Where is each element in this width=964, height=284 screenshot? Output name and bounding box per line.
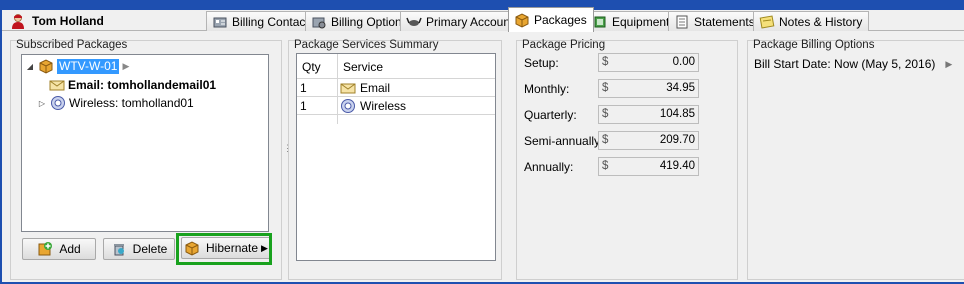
grid-header: Qty Service: [297, 54, 495, 79]
currency-symbol: $: [602, 160, 609, 172]
price-field: $ 34.95: [598, 79, 699, 98]
price-label: Quarterly:: [524, 108, 577, 122]
trash-icon: [113, 244, 124, 256]
table-row[interactable]: 1 Email: [297, 79, 495, 97]
price-field: $ 209.70: [598, 131, 699, 150]
tab-equipment[interactable]: Equipment: [586, 11, 677, 31]
primary-account-icon: [406, 17, 422, 26]
tab-bar: Tom Holland Billing Contact Billing Opti…: [2, 7, 964, 32]
price-label: Annually:: [524, 160, 574, 174]
expand-arrow-icon[interactable]: ▷: [37, 99, 47, 108]
service-name: Wireless: [360, 99, 407, 113]
panel-title: Package Pricing: [522, 39, 606, 51]
wireless-node-label: Wireless: tomholland01: [69, 96, 194, 110]
column-header-qty[interactable]: Qty: [302, 60, 321, 74]
customer-person-icon: [12, 14, 24, 29]
price-value: 209.70: [659, 134, 695, 146]
price-value: 0.00: [672, 56, 695, 68]
price-field: $ 104.85: [598, 105, 699, 124]
price-label: Setup:: [524, 56, 559, 70]
price-value: 419.40: [659, 160, 695, 172]
service-cell: Email: [340, 80, 390, 96]
currency-symbol: $: [602, 108, 609, 120]
equipment-icon: [594, 16, 606, 27]
statements-icon: [676, 15, 688, 28]
tab-label: Equipment: [612, 14, 670, 29]
price-label: Monthly:: [524, 82, 570, 96]
wireless-icon: [341, 99, 355, 113]
price-value: 34.95: [666, 82, 695, 94]
billing-options-panel: Package Billing Options: [747, 39, 964, 280]
customer-name: Tom Holland: [32, 14, 104, 28]
tab-billing-contact[interactable]: Billing Contact: [206, 11, 316, 31]
delete-button[interactable]: Delete: [103, 238, 175, 260]
play-arrow-icon[interactable]: ▶: [945, 59, 952, 70]
tab-label: Billing Options: [331, 14, 408, 29]
service-cell: Wireless: [340, 98, 406, 114]
add-button[interactable]: Add: [22, 238, 96, 260]
tree-node-email[interactable]: Email: tomhollandemail01: [49, 77, 216, 93]
price-row-semi-annually: Semi-annually: $ 209.70: [524, 131, 700, 151]
bill-start-date: Bill Start Date: Now (May 5, 2016): [754, 57, 936, 71]
currency-symbol: $: [602, 134, 609, 146]
panel-title: Subscribed Packages: [16, 39, 128, 51]
currency-symbol: $: [602, 82, 609, 94]
email-node-label: Email: tomhollandemail01: [68, 78, 217, 92]
tab-primary-account[interactable]: Primary Account: [400, 11, 521, 31]
qty-cell: 1: [300, 81, 307, 95]
tab-billing-options[interactable]: Billing Options: [305, 11, 415, 31]
wireless-icon: [51, 96, 65, 110]
package-box-icon: [39, 59, 53, 74]
add-button-label: Add: [59, 242, 81, 256]
tab-packages[interactable]: Packages: [508, 7, 594, 32]
tab-label: Primary Account: [426, 14, 514, 29]
customer-header: Tom Holland: [10, 13, 104, 29]
table-row[interactable]: 1 Wireless: [297, 97, 495, 115]
tab-label: Statements: [694, 14, 755, 29]
price-row-annually: Annually: $ 419.40: [524, 157, 700, 177]
add-icon: [38, 242, 53, 256]
price-label: Semi-annually:: [524, 134, 604, 148]
bill-start-date-row[interactable]: Bill Start Date: Now (May 5, 2016) ▶: [754, 57, 952, 71]
qty-cell: 1: [300, 99, 307, 113]
collapse-arrow-icon[interactable]: ◢: [25, 62, 35, 71]
packages-icon: [515, 13, 529, 28]
package-name: WTV-W-01: [57, 58, 120, 74]
column-header-service[interactable]: Service: [343, 60, 383, 74]
package-tree[interactable]: ◢ WTV-W-01 ▶ Email: tomhollandemail01 ▷ …: [21, 54, 269, 232]
email-icon: [340, 83, 356, 94]
price-row-setup: Setup: $ 0.00: [524, 53, 700, 73]
email-icon: [49, 80, 65, 91]
price-row-quarterly: Quarterly: $ 104.85: [524, 105, 700, 125]
price-row-monthly: Monthly: $ 34.95: [524, 79, 700, 99]
currency-symbol: $: [602, 56, 609, 68]
delete-button-label: Delete: [132, 242, 168, 256]
panel-title: Package Services Summary: [294, 39, 439, 51]
services-grid[interactable]: Qty Service 1 Email 1 Wireless: [296, 53, 496, 261]
service-name: Email: [360, 81, 391, 95]
tab-notes-history[interactable]: Notes & History: [753, 11, 870, 31]
billing-options-icon: [312, 17, 326, 28]
tab-statements[interactable]: Statements: [668, 11, 762, 31]
notes-icon: [759, 14, 775, 29]
price-field: $ 0.00: [598, 53, 699, 72]
price-value: 104.85: [659, 108, 695, 120]
tab-label: Notes & History: [779, 14, 863, 29]
customer-window: Tom Holland Billing Contact Billing Opti…: [2, 7, 964, 282]
highlight-box: [176, 233, 272, 265]
tab-label: Billing Contact: [232, 14, 309, 29]
billing-contact-icon: [213, 17, 227, 27]
price-field: $ 419.40: [598, 157, 699, 176]
play-arrow-icon: ▶: [122, 60, 130, 71]
tab-label: Packages: [534, 13, 587, 27]
tree-node-package[interactable]: ◢ WTV-W-01 ▶: [25, 58, 129, 74]
tree-node-wireless[interactable]: ▷ Wireless: tomholland01: [37, 95, 194, 111]
panel-title: Package Billing Options: [753, 39, 875, 51]
